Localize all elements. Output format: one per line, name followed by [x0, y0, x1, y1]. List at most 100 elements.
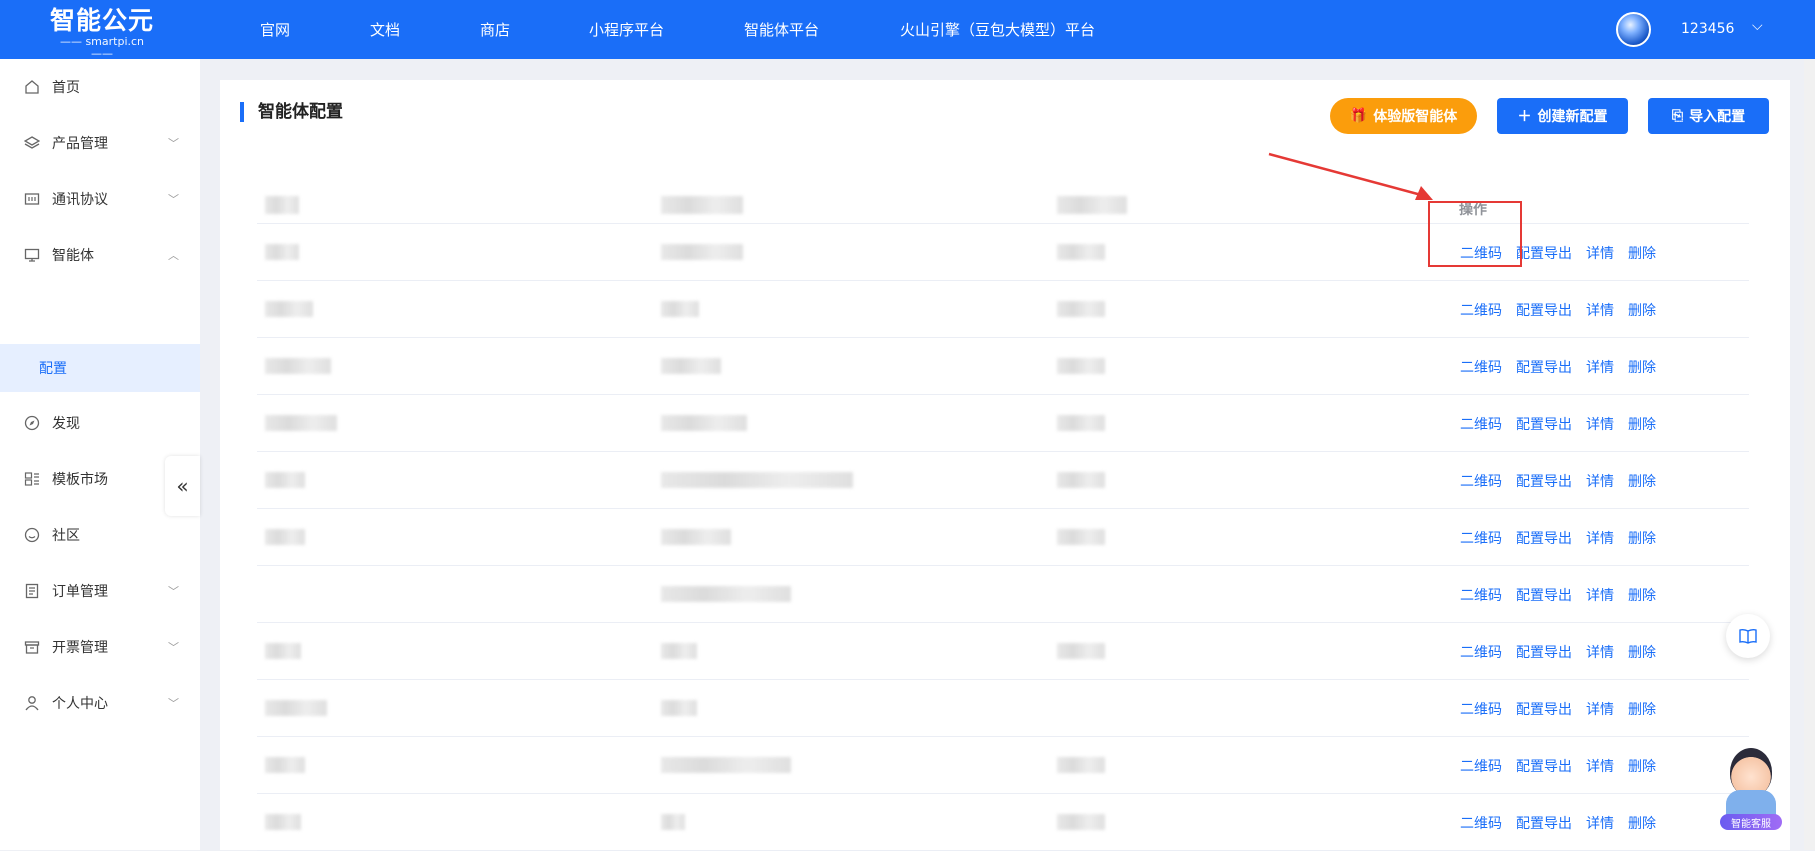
sidebar-item-label: 开票管理 [52, 640, 108, 656]
export-config-link[interactable]: 配置导出 [1516, 588, 1572, 604]
delete-link[interactable]: 删除 [1628, 246, 1656, 262]
sidebar-subitem-config[interactable]: 配置 [0, 344, 200, 392]
details-link[interactable]: 详情 [1586, 702, 1614, 718]
blurred-cell [661, 472, 853, 488]
export-config-link[interactable]: 配置导出 [1516, 645, 1572, 661]
chevron-down-icon: ﹀ [168, 697, 179, 710]
delete-link[interactable]: 删除 [1628, 303, 1656, 319]
blurred-cell [265, 358, 331, 374]
details-link[interactable]: 详情 [1586, 360, 1614, 376]
brand-name: 智能公元 [49, 6, 154, 35]
blurred-cell [1057, 643, 1105, 659]
sidebar-item-profile[interactable]: 个人中心 ﹀ [0, 679, 200, 727]
blurred-header-cell [265, 196, 299, 214]
delete-link[interactable]: 删除 [1628, 759, 1656, 775]
export-config-link[interactable]: 配置导出 [1516, 816, 1572, 832]
delete-link[interactable]: 删除 [1628, 474, 1656, 490]
blurred-cell [265, 244, 299, 260]
collapse-sidebar-button[interactable]: « [165, 456, 200, 516]
create-config-button[interactable]: ＋创建新配置 [1497, 98, 1628, 134]
sidebar-item-home[interactable]: 首页 [0, 63, 200, 111]
details-link[interactable]: 详情 [1586, 531, 1614, 547]
delete-link[interactable]: 删除 [1628, 588, 1656, 604]
export-config-link[interactable]: 配置导出 [1516, 759, 1572, 775]
qrcode-link[interactable]: 二维码 [1460, 303, 1502, 319]
table-row: 二维码 配置导出 详情 删除 [257, 737, 1749, 794]
export-config-link[interactable]: 配置导出 [1516, 474, 1572, 490]
nav-docs[interactable]: 文档 [370, 19, 400, 40]
export-config-link[interactable]: 配置导出 [1516, 246, 1572, 262]
qrcode-link[interactable]: 二维码 [1460, 816, 1502, 832]
avatar[interactable] [1616, 12, 1651, 47]
details-link[interactable]: 详情 [1586, 759, 1614, 775]
sidebar-item-products[interactable]: 产品管理 ﹀ [0, 119, 200, 167]
experience-agent-button[interactable]: 🎁 体验版智能体 [1330, 98, 1477, 134]
delete-link[interactable]: 删除 [1628, 816, 1656, 832]
qrcode-link[interactable]: 二维码 [1460, 702, 1502, 718]
table-header: 操作 [257, 173, 1749, 224]
sidebar-item-label: 首页 [52, 80, 80, 96]
details-link[interactable]: 详情 [1586, 246, 1614, 262]
blurred-cell [661, 301, 699, 317]
qrcode-link[interactable]: 二维码 [1460, 588, 1502, 604]
delete-link[interactable]: 删除 [1628, 360, 1656, 376]
row-actions: 二维码 配置导出 详情 删除 [1460, 528, 1670, 548]
export-config-link[interactable]: 配置导出 [1516, 531, 1572, 547]
details-link[interactable]: 详情 [1586, 816, 1614, 832]
page-scrollbar[interactable] [1804, 59, 1815, 850]
blurred-cell [661, 814, 685, 830]
sidebar-item-community[interactable]: 社区 [0, 511, 200, 559]
nav-store[interactable]: 商店 [480, 19, 510, 40]
qrcode-link[interactable]: 二维码 [1460, 759, 1502, 775]
details-link[interactable]: 详情 [1586, 417, 1614, 433]
nav-mini-program[interactable]: 小程序平台 [589, 19, 664, 40]
sidebar-item-orders[interactable]: 订单管理 ﹀ [0, 567, 200, 615]
qrcode-link[interactable]: 二维码 [1460, 360, 1502, 376]
qrcode-link[interactable]: 二维码 [1460, 417, 1502, 433]
export-config-link[interactable]: 配置导出 [1516, 360, 1572, 376]
blurred-cell [661, 415, 747, 431]
row-actions: 二维码 配置导出 详情 删除 [1460, 357, 1670, 377]
row-actions: 二维码 配置导出 详情 删除 [1460, 813, 1670, 833]
details-link[interactable]: 详情 [1586, 303, 1614, 319]
blurred-cell [1057, 814, 1105, 830]
sidebar-item-discover[interactable]: 发现 [0, 399, 200, 447]
annotation-highlight-box [1428, 201, 1522, 267]
details-link[interactable]: 详情 [1586, 474, 1614, 490]
sidebar-item-agent[interactable]: 智能体 ︿ [0, 231, 200, 279]
delete-link[interactable]: 删除 [1628, 531, 1656, 547]
compass-icon [23, 415, 40, 432]
blurred-cell [1057, 757, 1105, 773]
details-link[interactable]: 详情 [1586, 588, 1614, 604]
row-actions: 二维码 配置导出 详情 删除 [1460, 300, 1670, 320]
user-name[interactable]: 123456 [1681, 21, 1734, 37]
sidebar-item-invoices[interactable]: 开票管理 ﹀ [0, 623, 200, 671]
nav-agent-platform[interactable]: 智能体平台 [744, 19, 819, 40]
export-config-link[interactable]: 配置导出 [1516, 702, 1572, 718]
qrcode-link[interactable]: 二维码 [1460, 645, 1502, 661]
details-link[interactable]: 详情 [1586, 645, 1614, 661]
sidebar-item-label: 订单管理 [52, 584, 108, 600]
sidebar-item-protocol[interactable]: 通讯协议 ﹀ [0, 175, 200, 223]
template-icon [23, 471, 40, 488]
double-chevron-left-icon: « [176, 474, 189, 498]
import-config-button[interactable]: ⎘ 导入配置 [1648, 98, 1769, 134]
delete-link[interactable]: 删除 [1628, 702, 1656, 718]
nav-volcano-engine[interactable]: 火山引擎（豆包大模型）平台 [900, 19, 1095, 40]
qrcode-link[interactable]: 二维码 [1460, 531, 1502, 547]
qrcode-link[interactable]: 二维码 [1460, 474, 1502, 490]
open-book-icon[interactable] [1726, 614, 1770, 658]
brand-logo[interactable]: 智能公元 —— smartpi.cn —— [48, 6, 156, 60]
nav-official-site[interactable]: 官网 [260, 19, 290, 40]
delete-link[interactable]: 删除 [1628, 417, 1656, 433]
export-config-link[interactable]: 配置导出 [1516, 417, 1572, 433]
chevron-down-icon: ﹀ [168, 137, 179, 150]
table-row: 二维码 配置导出 详情 删除 [257, 338, 1749, 395]
chevron-down-icon[interactable]: ⌵ [1752, 18, 1763, 34]
table-row: 二维码 配置导出 详情 删除 [257, 509, 1749, 566]
export-config-link[interactable]: 配置导出 [1516, 303, 1572, 319]
row-actions: 二维码 配置导出 详情 删除 [1460, 414, 1670, 434]
smart-service-assistant[interactable]: 智能客服 [1718, 744, 1784, 834]
delete-link[interactable]: 删除 [1628, 645, 1656, 661]
blurred-cell [265, 301, 313, 317]
